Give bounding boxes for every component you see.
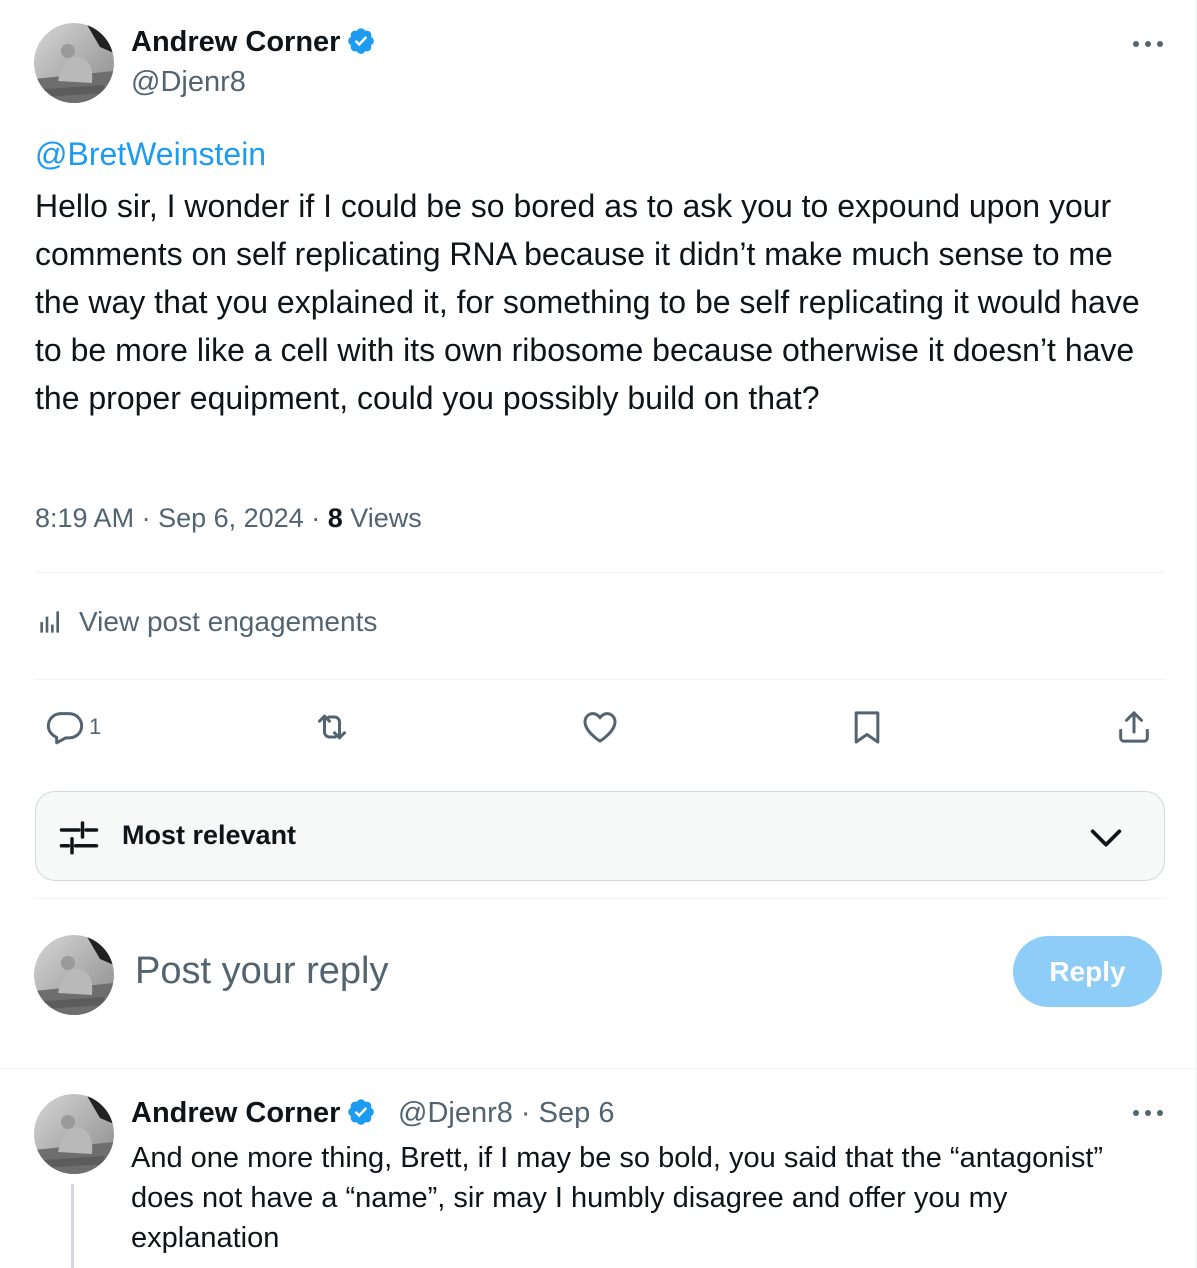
- author-avatar[interactable]: [34, 23, 114, 103]
- repost-button[interactable]: [312, 705, 352, 749]
- divider: [35, 572, 1165, 573]
- avatar-photo-icon: [34, 1094, 114, 1174]
- more-options-button[interactable]: [1128, 34, 1168, 54]
- view-engagements-link[interactable]: View post engagements: [35, 606, 377, 638]
- author-handle[interactable]: @Djenr8: [131, 66, 246, 99]
- post-date[interactable]: Sep 6, 2024: [158, 503, 304, 533]
- analytics-icon: [40, 611, 59, 633]
- sort-sliders-icon: [59, 821, 99, 855]
- reply-date[interactable]: Sep 6: [539, 1097, 615, 1129]
- divider: [35, 679, 1165, 680]
- more-options-icon: [1133, 41, 1163, 47]
- reply-icon: [46, 712, 84, 745]
- sort-label: Most relevant: [122, 820, 297, 850]
- reply-submit-button[interactable]: Reply: [1013, 936, 1162, 1007]
- reply-button[interactable]: 1: [45, 705, 101, 749]
- verified-badge-icon: [348, 28, 375, 54]
- section-separator: [0, 1068, 1197, 1069]
- reply-input[interactable]: Post your reply: [135, 950, 388, 993]
- reply-meta: @Djenr8 · Sep 6: [398, 1097, 615, 1129]
- repost-icon: [318, 714, 346, 740]
- post-time[interactable]: 8:19 AM: [35, 503, 134, 533]
- reply-author-row[interactable]: Andrew Corner: [131, 1096, 376, 1130]
- divider: [35, 898, 1165, 899]
- reply-author-name[interactable]: Andrew Corner: [131, 1097, 340, 1129]
- share-icon: [1119, 711, 1149, 743]
- author-name-row[interactable]: Andrew Corner: [131, 25, 376, 59]
- more-options-icon: [1133, 1110, 1163, 1116]
- reply-body: And one more thing, Brett, if I may be s…: [131, 1142, 1104, 1254]
- reply-author-handle[interactable]: @Djenr8: [398, 1097, 513, 1129]
- author-name[interactable]: Andrew Corner: [131, 26, 340, 58]
- reply-sort-dropdown[interactable]: Most relevant: [35, 791, 1165, 881]
- like-button[interactable]: [580, 705, 620, 749]
- share-button[interactable]: [1114, 705, 1154, 749]
- bookmark-button[interactable]: [847, 705, 887, 749]
- reply-author-avatar[interactable]: [34, 1094, 114, 1174]
- views-count: 8: [327, 503, 343, 533]
- avatar-photo-icon: [34, 23, 114, 103]
- post-meta: 8:19 AM · Sep 6, 2024 · 8 Views: [35, 503, 422, 533]
- composer-avatar[interactable]: [34, 935, 114, 1015]
- reply-more-options-button[interactable]: [1128, 1103, 1168, 1123]
- bookmark-icon: [854, 711, 880, 744]
- mention-link[interactable]: @BretWeinstein: [35, 136, 266, 173]
- avatar-photo-icon: [34, 935, 114, 1015]
- post-body: Hello sir, I wonder if I could be so bor…: [35, 188, 1140, 416]
- verified-badge-icon: [348, 1099, 375, 1125]
- reply-count: 1: [89, 714, 102, 739]
- thread-line: [71, 1184, 74, 1268]
- chevron-down-icon: [1090, 829, 1122, 847]
- views-label: Views: [350, 503, 422, 533]
- like-icon: [583, 712, 617, 743]
- engagements-label: View post engagements: [79, 606, 378, 637]
